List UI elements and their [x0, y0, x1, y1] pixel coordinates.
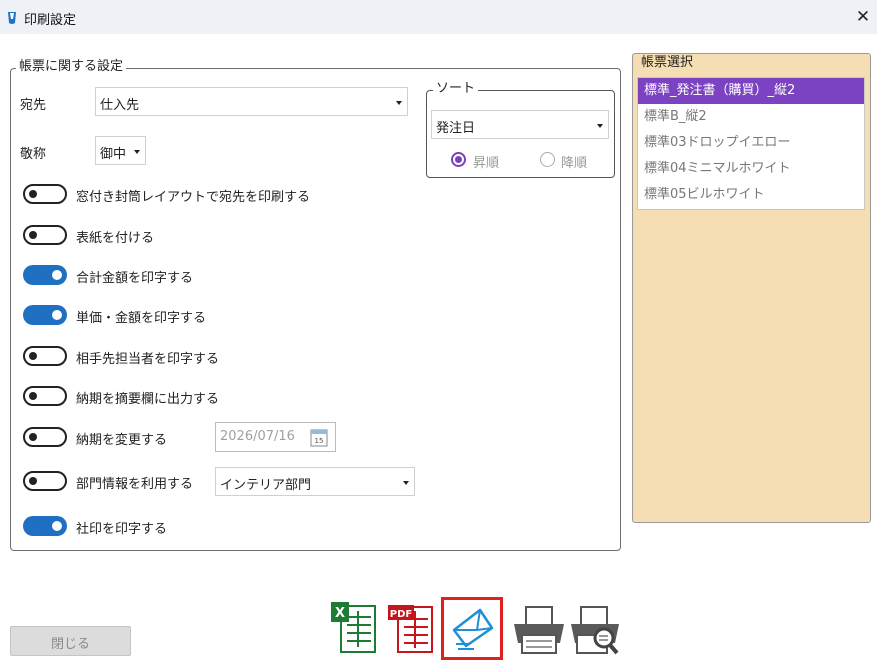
app-icon [8, 12, 16, 24]
delivery-date-field[interactable]: 2026/07/16 15 [215, 422, 336, 452]
calendar-icon[interactable]: 15 [310, 428, 328, 447]
sort-ascending-label: 昇順 [473, 156, 500, 171]
print-unit-price-toggle[interactable] [23, 305, 67, 325]
delivery-in-memo-label: 納期を摘要欄に出力する [76, 392, 220, 407]
print-total-label: 合計金額を印字する [76, 271, 194, 286]
sort-legend: ソート [433, 81, 479, 97]
excel-export-icon: X [331, 602, 376, 653]
window-envelope-toggle[interactable] [23, 184, 67, 204]
delivery-date-value: 2026/07/16 [220, 429, 295, 444]
excel-letter-text: X [335, 606, 345, 621]
sort-ascending-radio[interactable] [451, 152, 466, 167]
mail-send-icon [452, 608, 494, 650]
company-seal-label: 社印を印字する [76, 522, 168, 537]
chevron-down-icon [597, 124, 603, 128]
close-button[interactable]: 閉じる [10, 626, 131, 656]
print-contact-person-toggle[interactable] [23, 346, 67, 366]
print-preview-button[interactable] [567, 597, 629, 660]
company-seal-toggle[interactable] [23, 516, 67, 536]
form-list-item[interactable]: 標準_発注書（購買）_縦2 [638, 78, 864, 104]
pdf-text: PDF [390, 609, 412, 620]
print-preview-icon [571, 606, 619, 655]
department-select[interactable]: インテリア部門 [215, 467, 415, 496]
cover-page-toggle[interactable] [23, 225, 67, 245]
honorific-label: 敬称 [20, 147, 47, 162]
form-list-item[interactable]: 標準B_縦2 [638, 104, 864, 130]
form-list: 標準_発注書（購買）_縦2 標準B_縦2 標準03ドロップイエロー 標準04ミニ… [637, 77, 865, 210]
change-delivery-date-label: 納期を変更する [76, 433, 168, 448]
window-envelope-label: 窓付き封筒レイアウトで宛先を印刷する [76, 190, 311, 205]
title-bar: 印刷設定 ✕ [0, 0, 877, 34]
print-unit-price-label: 単価・金額を印字する [76, 311, 207, 326]
close-button-label: 閉じる [50, 637, 90, 652]
sort-descending-label: 降順 [561, 156, 588, 171]
delivery-in-memo-toggle[interactable] [23, 386, 67, 406]
chevron-down-icon [396, 101, 402, 105]
print-contact-person-label: 相手先担当者を印字する [76, 352, 220, 367]
honorific-select[interactable]: 御中 [95, 136, 146, 165]
form-list-item[interactable]: 標準04ミニマルホワイト [638, 156, 864, 182]
honorific-value: 御中 [100, 147, 127, 162]
sort-select[interactable]: 発注日 [431, 110, 609, 139]
cover-page-label: 表紙を付ける [76, 231, 155, 246]
print-button[interactable] [508, 597, 570, 660]
department-info-toggle[interactable] [23, 471, 67, 491]
chevron-down-icon [134, 150, 140, 154]
chevron-down-icon [403, 481, 409, 485]
addressee-value: 仕入先 [100, 98, 140, 113]
addressee-select[interactable]: 仕入先 [95, 87, 408, 116]
change-delivery-date-toggle[interactable] [23, 427, 67, 447]
sort-value: 発注日 [436, 121, 476, 136]
mail-send-button[interactable] [441, 597, 503, 660]
sort-descending-radio[interactable] [540, 152, 555, 167]
form-list-item[interactable]: 標準05ビルホワイト [638, 182, 864, 208]
settings-legend: 帳票に関する設定 [16, 59, 127, 75]
pdf-export-button[interactable]: PDF [384, 597, 446, 660]
form-list-item[interactable]: 標準03ドロップイエロー [638, 130, 864, 156]
form-select-legend: 帳票選択 [639, 55, 696, 71]
department-value: インテリア部門 [220, 478, 312, 493]
calendar-day-text: 15 [315, 437, 324, 445]
addressee-label: 宛先 [20, 98, 47, 113]
print-total-toggle[interactable] [23, 265, 67, 285]
window-title: 印刷設定 [24, 13, 77, 28]
excel-export-button[interactable]: X [327, 597, 389, 660]
department-info-label: 部門情報を利用する [76, 477, 194, 492]
pdf-export-icon: PDF [388, 605, 433, 653]
print-icon [514, 606, 564, 654]
window-close-button[interactable]: ✕ [850, 5, 876, 29]
